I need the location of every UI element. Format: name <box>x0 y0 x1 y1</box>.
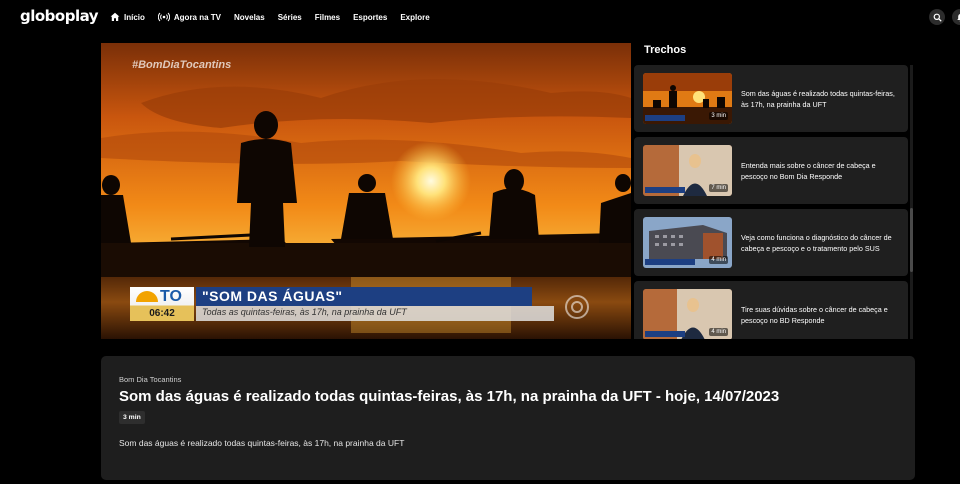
nav-novelas[interactable]: Novelas <box>234 13 265 22</box>
channel-logo-text: TO <box>160 288 182 305</box>
globo-emblem-icon <box>565 295 589 319</box>
nav-filmes[interactable]: Filmes <box>315 13 340 22</box>
broadcast-clock: 06:42 <box>149 308 175 319</box>
trechos-scrollbar-thumb[interactable] <box>910 208 913 272</box>
program-hashtag: #BomDiaTocantins <box>132 59 232 71</box>
bell-icon <box>956 13 960 22</box>
headline-bar: "SOM DAS ÁGUAS" <box>196 287 532 306</box>
video-player[interactable]: #BomDiaTocantins TO 06:42 "SOM DAS ÁGUAS… <box>101 43 631 339</box>
home-icon <box>110 12 120 21</box>
main-nav: Início Agora na TV Novelas Séries Filmes… <box>110 0 443 34</box>
headline-text: "SOM DAS ÁGUAS" <box>202 288 343 304</box>
trecho-card[interactable]: 4 min Tire suas dúvidas sobre o câncer d… <box>634 281 908 339</box>
sun-logo-icon <box>136 291 158 302</box>
trecho-card[interactable]: 4 min Veja como funciona o diagnóstico d… <box>634 209 908 276</box>
trecho-thumbnail: 4 min <box>643 289 732 339</box>
trechos-scrollbar[interactable] <box>910 65 913 339</box>
trecho-title: Entenda mais sobre o câncer de cabeça e … <box>741 160 876 181</box>
trecho-title: Tire suas dúvidas sobre o câncer de cabe… <box>741 304 888 325</box>
trecho-thumbnail: 3 min <box>643 73 732 124</box>
subheadline-text: Todas as quintas-feiras, às 17h, na prai… <box>202 307 407 317</box>
news-lower-third: TO 06:42 "SOM DAS ÁGUAS" Todas as quinta… <box>130 287 554 321</box>
trecho-card[interactable]: 7 min Entenda mais sobre o câncer de cab… <box>634 137 908 204</box>
trecho-thumbnail: 7 min <box>643 145 732 196</box>
trecho-duration: 4 min <box>709 256 728 264</box>
live-broadcast-icon <box>157 12 170 22</box>
trechos-list[interactable]: 3 min Som das águas é realizado todas qu… <box>634 65 914 339</box>
program-name[interactable]: Bom Dia Tocantins <box>119 375 181 384</box>
trechos-heading: Trechos <box>644 44 687 56</box>
video-description: Som das águas é realizado todas quintas-… <box>119 438 405 448</box>
notifications-button[interactable] <box>952 9 960 25</box>
search-icon <box>933 13 942 22</box>
trecho-title: Som das águas é realizado todas quintas-… <box>741 88 895 109</box>
video-title: Som das águas é realizado todas quintas-… <box>119 388 780 405</box>
nav-agora-na-tv[interactable]: Agora na TV <box>157 12 222 22</box>
nav-esportes[interactable]: Esportes <box>353 13 387 22</box>
tv-tocantins-logo: TO 06:42 <box>130 287 194 321</box>
trecho-duration: 3 min <box>709 112 728 120</box>
nav-inicio[interactable]: Início <box>110 12 145 22</box>
globoplay-logo[interactable]: globoplay <box>20 7 99 25</box>
search-button[interactable] <box>929 9 945 25</box>
nav-inicio-label: Início <box>124 12 145 22</box>
video-info-panel: Bom Dia Tocantins Som das águas é realiz… <box>101 356 915 480</box>
trecho-duration: 4 min <box>709 328 728 336</box>
trecho-card[interactable]: 3 min Som das águas é realizado todas qu… <box>634 65 908 132</box>
trecho-duration: 7 min <box>709 184 728 192</box>
nav-agora-label: Agora na TV <box>173 12 222 22</box>
trecho-title: Veja como funciona o diagnóstico do cânc… <box>741 232 892 253</box>
top-navigation: globoplay Início Agora na TV Novelas Sér… <box>0 0 960 34</box>
nav-explore[interactable]: Explore <box>400 13 429 22</box>
subheadline-bar: Todas as quintas-feiras, às 17h, na prai… <box>196 306 554 321</box>
duration-badge: 3 min <box>119 411 145 424</box>
trecho-thumbnail: 4 min <box>643 217 732 268</box>
nav-series[interactable]: Séries <box>278 13 302 22</box>
